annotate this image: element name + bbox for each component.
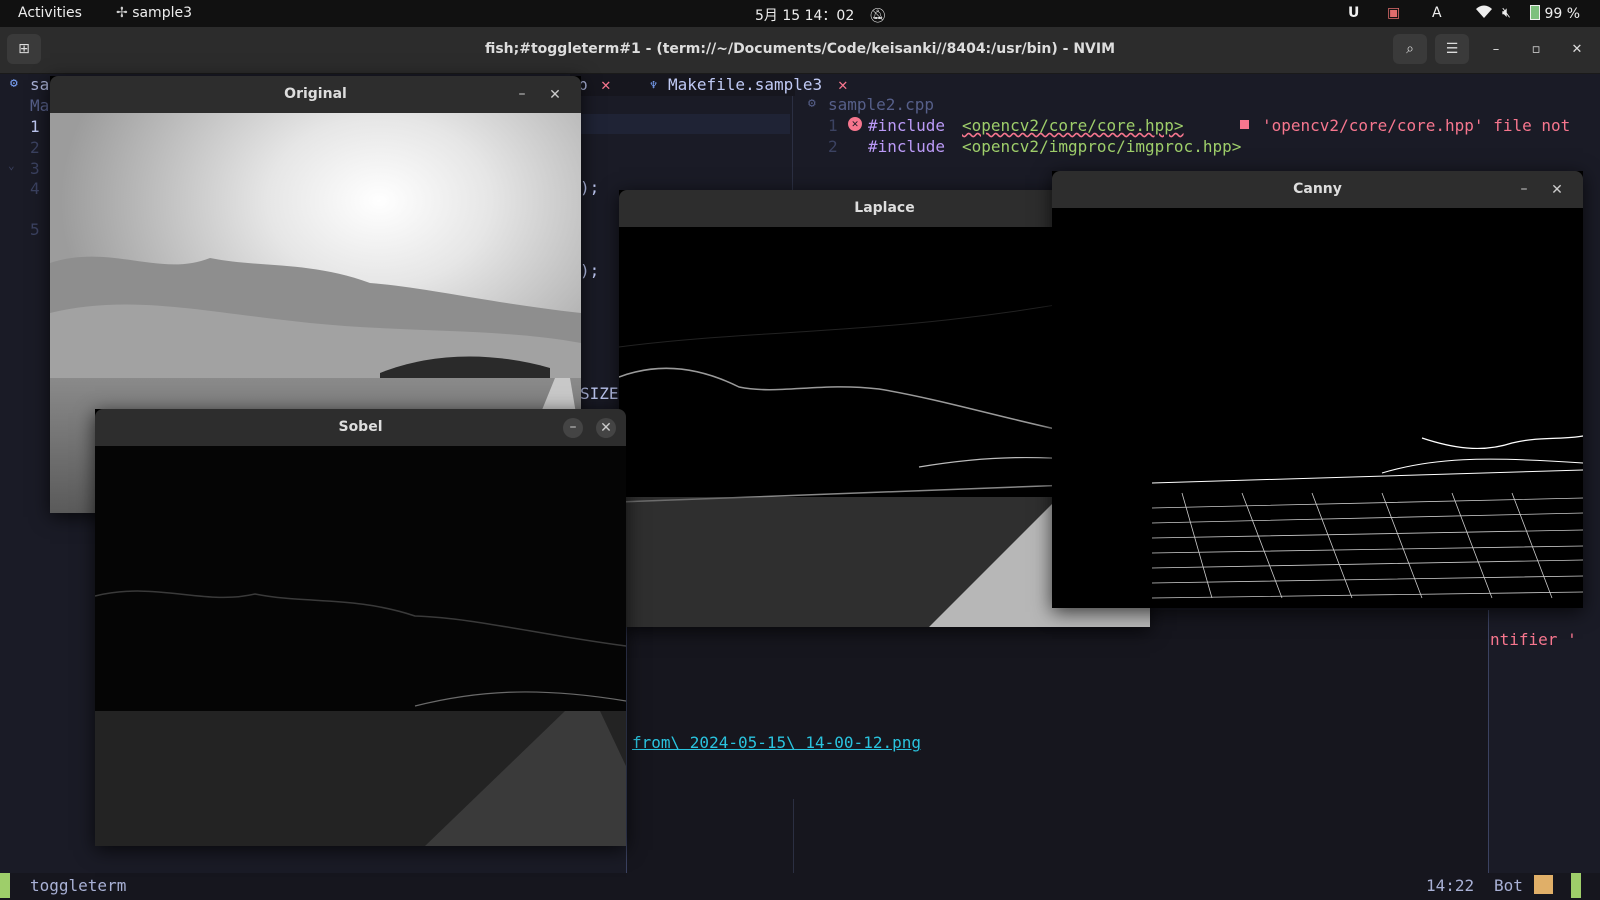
fold-chevron-icon[interactable]: ⌄ bbox=[8, 159, 15, 172]
cursorline bbox=[570, 114, 790, 134]
app-name: sample3 bbox=[132, 5, 192, 21]
minimize-button[interactable]: – bbox=[1485, 39, 1507, 61]
line-number: 4 bbox=[30, 179, 40, 198]
clock[interactable]: 5月 15 14：02 🔕︎ bbox=[755, 5, 887, 25]
magnet-icon[interactable]: U bbox=[1348, 5, 1359, 21]
status-block bbox=[1534, 875, 1553, 894]
minimize-button[interactable]: – bbox=[563, 418, 583, 438]
battery-icon bbox=[1530, 5, 1540, 20]
code-fragment: ); bbox=[580, 178, 600, 197]
minimize-button[interactable]: – bbox=[1514, 180, 1534, 200]
volume-muted-icon[interactable]: 🔇︎ bbox=[1502, 5, 1511, 21]
window-titlebar[interactable]: Sobel – ✕ bbox=[95, 409, 626, 446]
line-number: 1 bbox=[30, 117, 40, 136]
line-number: 5 bbox=[30, 220, 40, 239]
cpp-file-icon: ⚙ bbox=[808, 96, 816, 111]
split-divider bbox=[793, 799, 794, 874]
close-button[interactable]: ✕ bbox=[545, 85, 565, 105]
close-tab-icon[interactable]: ✕ bbox=[601, 75, 611, 94]
close-button[interactable]: ✕ bbox=[1566, 39, 1588, 61]
window-title: Original bbox=[284, 86, 347, 102]
code-fragment: ); bbox=[580, 261, 600, 280]
battery-percent: 99 % bbox=[1544, 6, 1581, 22]
winbar-fragment: Ma bbox=[30, 96, 50, 115]
close-tab-icon[interactable]: ✕ bbox=[838, 75, 848, 94]
minimize-button[interactable]: – bbox=[512, 85, 532, 105]
file-link[interactable]: from\ 2024-05-15\ 14-00-12.png bbox=[632, 733, 921, 752]
close-button[interactable]: ✕ bbox=[596, 418, 616, 438]
tab-fragment[interactable]: sa bbox=[30, 75, 49, 94]
datetime-label: 5月 15 14：02 bbox=[755, 8, 855, 24]
window-title: fish;#toggleterm#1 - (term://~/Documents… bbox=[484, 41, 1116, 57]
menu-icon[interactable]: ☰ bbox=[1435, 34, 1469, 64]
sobel-window[interactable]: Sobel – ✕ bbox=[95, 409, 626, 846]
keyboard-layout[interactable]: A bbox=[1432, 5, 1442, 21]
window-title: Sobel bbox=[338, 419, 383, 435]
mode-indicator bbox=[0, 873, 10, 898]
maximize-button[interactable]: ▫ bbox=[1525, 39, 1547, 61]
canny-window[interactable]: Canny – ✕ bbox=[1052, 171, 1583, 608]
status-block bbox=[1571, 873, 1581, 898]
diagnostic-virtual-text: 'opencv2/core/core.hpp' file not bbox=[1262, 116, 1571, 135]
code-include-path: <opencv2/imgproc/imgproc.hpp> bbox=[962, 137, 1242, 156]
window-titlebar[interactable]: Canny – ✕ bbox=[1052, 171, 1583, 208]
line-number: 1 bbox=[828, 116, 838, 135]
line-number: 3 bbox=[30, 159, 40, 178]
code-include-path: <opencv2/core/core.hpp> bbox=[962, 116, 1184, 135]
error-sign-icon[interactable]: ✕ bbox=[848, 117, 862, 131]
notifications-muted-icon: 🔕︎ bbox=[868, 8, 887, 24]
buffer-name: sample2.cpp bbox=[828, 95, 934, 114]
line-number: 2 bbox=[30, 138, 40, 157]
code-keyword: #include bbox=[868, 137, 946, 156]
line-number: 2 bbox=[828, 137, 838, 156]
cursor-position: 14:22 bbox=[1426, 876, 1475, 895]
window-titlebar[interactable]: Original – ✕ bbox=[50, 76, 581, 113]
cpp-file-icon: ⚙ bbox=[10, 76, 18, 91]
tab-makefile[interactable]: Makefile.sample3 bbox=[668, 75, 822, 94]
statusline: toggleterm 14:22 Bot bbox=[0, 873, 1600, 900]
canny-output-image bbox=[1052, 208, 1583, 608]
scroll-position: Bot bbox=[1494, 876, 1523, 895]
code-fragment: SIZE bbox=[580, 384, 619, 403]
makefile-icon: ♆ bbox=[650, 78, 658, 92]
close-button[interactable]: ✕ bbox=[1547, 180, 1567, 200]
sobel-output-image bbox=[95, 446, 626, 846]
tray-app-icon[interactable]: ▣ bbox=[1387, 5, 1400, 21]
window-header: ⊞ fish;#toggleterm#1 - (term://~/Documen… bbox=[0, 27, 1600, 74]
activities-button[interactable]: Activities bbox=[18, 5, 82, 21]
battery-indicator[interactable]: 99 % bbox=[1530, 5, 1580, 22]
diagnostic-square-icon bbox=[1240, 120, 1249, 129]
system-top-bar: Activities ✢ sample3 5月 15 14：02 🔕︎ U ▣ … bbox=[0, 0, 1600, 27]
search-icon[interactable]: ⌕ bbox=[1393, 34, 1427, 64]
wifi-icon[interactable] bbox=[1476, 5, 1492, 23]
app-menu[interactable]: ✢ sample3 bbox=[116, 5, 192, 21]
app-icon: ✢ bbox=[116, 5, 128, 21]
code-fragment: ntifier ' bbox=[1490, 630, 1577, 649]
window-title: Canny bbox=[1293, 181, 1342, 197]
code-keyword: #include bbox=[868, 116, 946, 135]
filetype-label: toggleterm bbox=[30, 876, 127, 895]
